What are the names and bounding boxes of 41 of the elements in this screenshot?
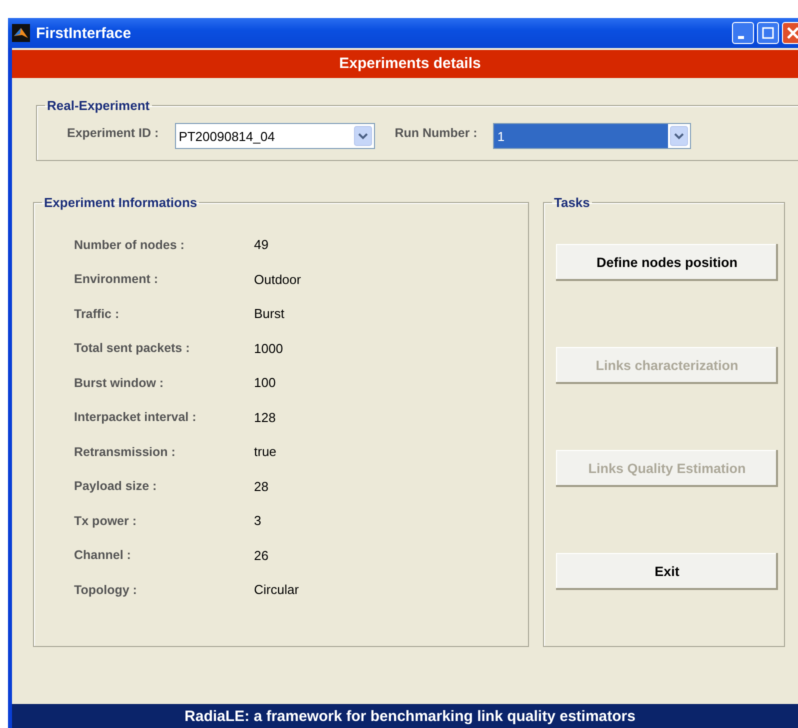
info-value: Outdoor [254, 272, 301, 287]
info-value: 1000 [254, 340, 283, 356]
info-value: 28 [254, 478, 268, 494]
field-label: Run Number : [394, 126, 478, 140]
dropdown-field[interactable]: PT20090814_04 [174, 123, 375, 150]
group-title: Experiment Informations [43, 194, 198, 210]
group-title: Tasks [553, 194, 591, 210]
info-label: Number of nodes : [74, 238, 186, 252]
info-value: 128 [254, 410, 276, 425]
maximize-button[interactable] [757, 22, 779, 44]
info-label: Payload size : [74, 479, 158, 494]
info-value: 3 [254, 513, 262, 528]
maximize-icon [762, 27, 774, 39]
info-label: Interpacket interval : [74, 410, 198, 424]
task-button[interactable]: Exit [556, 552, 778, 590]
info-label: Retransmission : [74, 444, 176, 459]
info-value: 26 [254, 548, 268, 563]
info-label: Topology : [74, 582, 138, 597]
info-label: Burst window : [74, 376, 165, 390]
window-title: FirstInterface [36, 24, 132, 42]
info-value: Burst [254, 306, 284, 322]
info-label: Environment : [74, 272, 160, 286]
info-label: Traffic : [74, 306, 120, 321]
info-value: true [254, 444, 276, 460]
task-button[interactable]: Define nodes position [556, 244, 778, 281]
close-button[interactable] [782, 22, 798, 44]
info-value: 100 [254, 375, 276, 390]
section-header: Experiments details [12, 50, 798, 78]
info-value: 49 [254, 237, 268, 252]
info-value: Circular [254, 582, 299, 598]
dropdown-field[interactable]: 1 [493, 123, 692, 150]
footer-banner: RadiaLE: a framework for benchmarking link quality estimators [12, 704, 798, 728]
info-label: Total sent packets : [74, 341, 191, 356]
close-icon [787, 27, 798, 39]
info-label: Tx power : [74, 514, 138, 528]
field-label: Experiment ID : [67, 126, 159, 140]
info-label: Channel : [74, 548, 132, 562]
app-logo-icon [12, 24, 30, 42]
group-title: Real-Experiment [46, 98, 151, 113]
minimize-icon [738, 36, 744, 39]
minimize-button[interactable] [732, 22, 754, 44]
